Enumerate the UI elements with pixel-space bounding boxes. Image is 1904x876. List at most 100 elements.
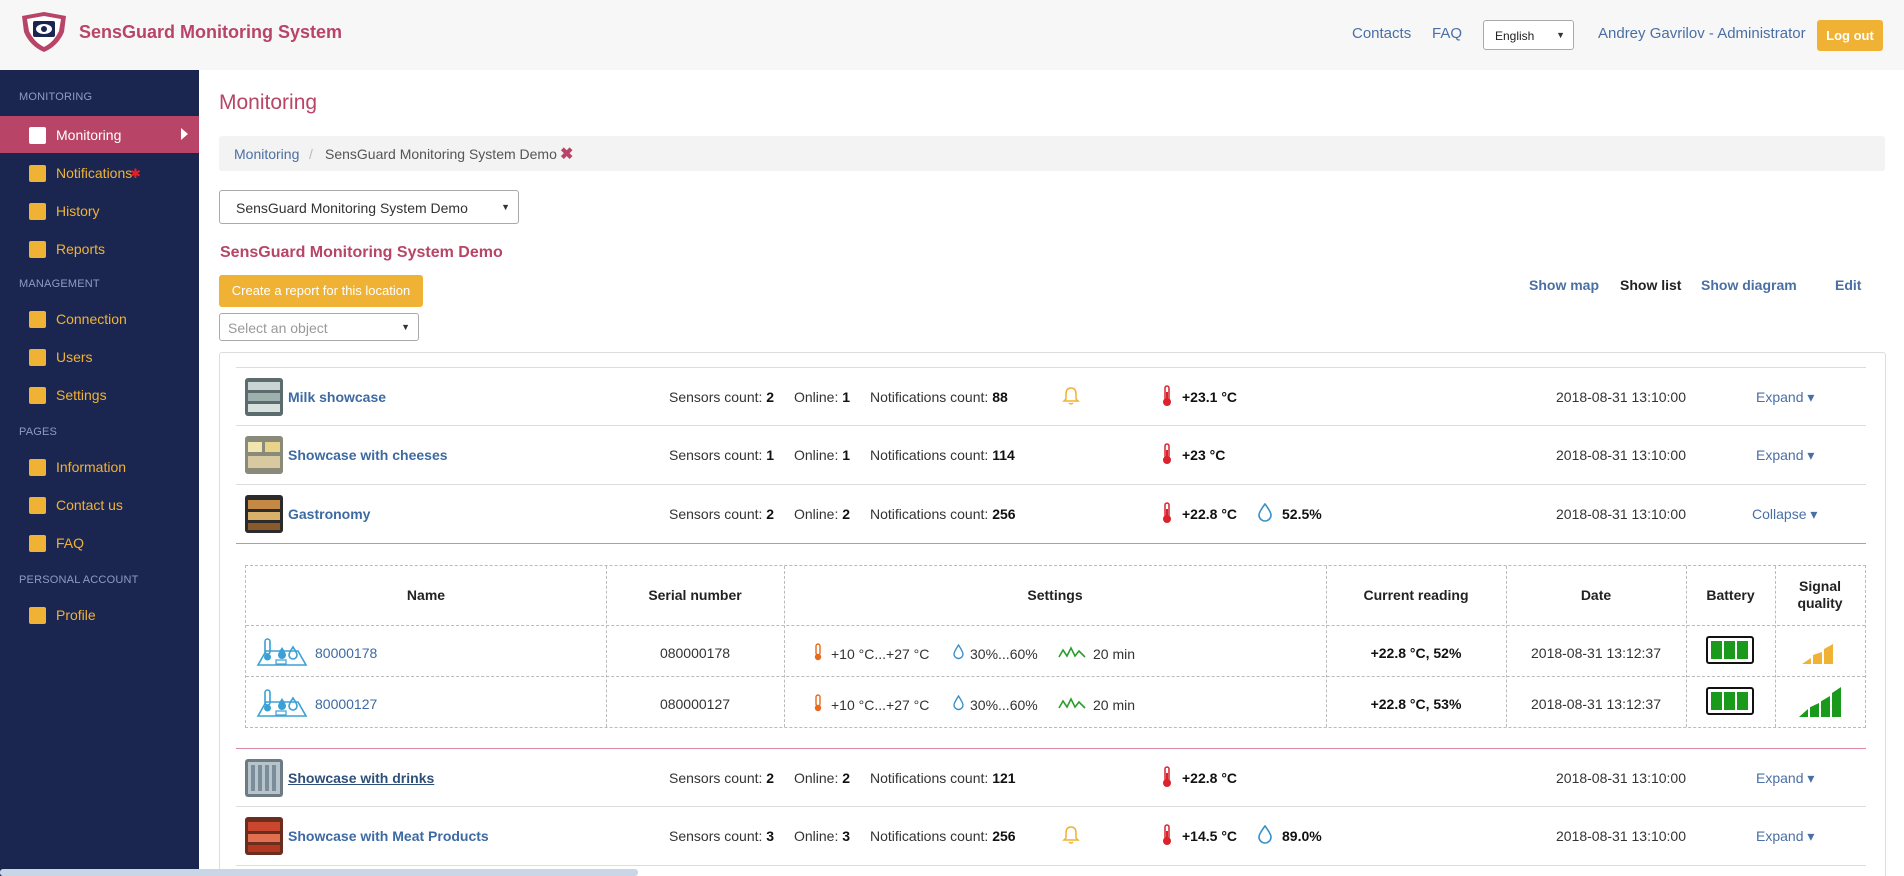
breadcrumb-monitoring-link[interactable]: Monitoring [234,146,299,162]
create-report-button[interactable]: Create a report for this location [219,275,423,307]
object-thumbnail-icon[interactable] [245,817,283,855]
sensguard-logo-icon[interactable] [18,10,70,54]
sidebar-item-label: FAQ [56,535,85,551]
measure-interval: 20 min [1093,646,1136,662]
column-header-date[interactable]: Date [1506,587,1686,603]
object-thumbnail-icon[interactable] [245,436,283,474]
sidebar-item-label: Settings [56,387,107,403]
breadcrumb-current: SensGuard Monitoring System Demo [325,146,557,162]
notifications-count: Notifications count: 114 [870,447,1015,463]
value: 2 [766,506,775,522]
contacts-link[interactable]: Contacts [1352,25,1411,42]
expand-link[interactable]: Expand ▾ [1756,389,1814,406]
label: Online: [794,506,839,522]
label: Sensors count: [669,770,763,786]
serial-number: 080000127 [659,696,731,712]
sensors-count: Sensors count: 2 [669,389,774,405]
collapse-link[interactable]: Collapse ▾ [1752,506,1817,523]
sidebar-item-history[interactable]: History [0,192,199,229]
sidebar-item-reports[interactable]: Reports [0,230,199,267]
sidebar-item-label: Contact us [56,497,123,513]
expand-link[interactable]: Expand ▾ [1756,447,1814,464]
object-thumbnail-icon[interactable] [245,759,283,797]
alert-badge-icon: ✱ [130,166,141,181]
signal-bar [1813,652,1822,664]
brand-title[interactable]: SensGuard Monitoring System [79,22,342,43]
faq-link[interactable]: FAQ [1432,25,1462,42]
object-date: 2018-08-31 13:10:00 [1556,389,1686,405]
horizontal-scrollbar[interactable] [0,869,638,876]
column-header-settings[interactable]: Settings [784,587,1326,603]
edit-link[interactable]: Edit [1835,277,1861,293]
sidebar-item-users[interactable]: Users [0,338,199,375]
sidebar-item-profile[interactable]: Profile [0,596,199,633]
object-date: 2018-08-31 13:10:00 [1556,506,1686,522]
object-thumbnail-icon[interactable] [245,495,283,533]
show-list-link[interactable]: Show list [1620,277,1681,293]
chevron-down-icon: ▼ [1556,30,1565,40]
sidebar-item-label: Profile [56,607,96,623]
sensor-name-link[interactable]: 80000178 [315,645,377,661]
sidebar-item-settings[interactable]: Settings [0,376,199,413]
show-diagram-link[interactable]: Show diagram [1701,277,1797,293]
column-header-current-reading[interactable]: Current reading [1326,587,1506,603]
expand-link[interactable]: Expand ▾ [1756,770,1814,787]
sensors-count: Sensors count: 3 [669,828,774,844]
logout-button[interactable]: Log out [1817,20,1883,51]
battery-cell [1711,692,1722,710]
humidity-value: 52.5% [1282,506,1322,522]
label: Sensors count: [669,506,763,522]
label: Notifications count: [870,447,989,463]
sidebar-item-monitoring[interactable]: Monitoring [0,116,199,153]
sidebar-item-label: Notifications [56,165,133,181]
object-name-link[interactable]: Showcase with Meat Products [288,828,489,844]
connection-icon [29,311,46,328]
label: Sensors count: [669,828,763,844]
temperature-range: +10 °C...+27 °C [831,646,930,662]
column-header-battery[interactable]: Battery [1686,587,1775,603]
humidity-drop-icon [953,695,964,711]
object-name-link[interactable]: Showcase with cheeses [288,447,448,463]
temperature-value: +22.8 °C [1182,770,1238,786]
language-select[interactable]: English ▼ [1483,20,1574,50]
show-map-link[interactable]: Show map [1529,277,1599,293]
online-count: Online: 2 [794,506,850,522]
object-name-link[interactable]: Milk showcase [288,389,386,405]
sensors-count: Sensors count: 2 [669,770,774,786]
battery-cell [1737,641,1748,659]
value: 88 [992,389,1008,405]
battery-cell [1724,641,1735,659]
column-header-name[interactable]: Name [246,587,606,603]
value: 2 [766,770,775,786]
sidebar-item-connection[interactable]: Connection [0,300,199,337]
sensor-name-link[interactable]: 80000127 [315,696,377,712]
object-thumbnail-icon[interactable] [245,378,283,416]
location-select[interactable]: SensGuard Monitoring System Demo ▼ [219,190,519,224]
humidity-value: 89.0% [1282,828,1322,844]
column-header-serial[interactable]: Serial number [606,587,784,603]
object-row: Gastronomy Sensors count: 2 Online: 2 No… [236,485,1866,544]
label: Online: [794,389,839,405]
object-name-link[interactable]: Showcase with drinks [288,770,434,786]
close-icon[interactable]: ✖ [560,144,573,164]
breadcrumb: Monitoring / SensGuard Monitoring System… [219,136,1885,171]
sidebar-item-information[interactable]: Information [0,448,199,485]
object-name-link[interactable]: Gastronomy [288,506,370,522]
bell-icon[interactable] [1062,386,1080,406]
sidebar-item-label: History [56,203,100,219]
faq-icon [29,535,46,552]
sensor-table: Name Serial number Settings Current read… [245,565,1866,728]
battery-cell [1724,692,1735,710]
sidebar-item-notifications[interactable]: Notifications ✱ [0,154,199,191]
sidebar: MONITORING Monitoring Notifications ✱ Hi… [0,70,199,876]
sidebar-item-faq[interactable]: FAQ [0,524,199,561]
user-profile-link[interactable]: Andrey Gavrilov - Administrator [1598,25,1806,42]
bell-icon[interactable] [1062,825,1080,845]
sidebar-section-management: MANAGEMENT [19,278,100,290]
humidity-drop-icon [1258,825,1272,844]
sidebar-item-contact-us[interactable]: Contact us [0,486,199,523]
expand-link[interactable]: Expand ▾ [1756,828,1814,845]
column-header-signal-quality[interactable]: Signal quality [1775,578,1865,612]
label: Notifications count: [870,828,989,844]
object-select[interactable]: Select an object ▼ [219,313,419,341]
